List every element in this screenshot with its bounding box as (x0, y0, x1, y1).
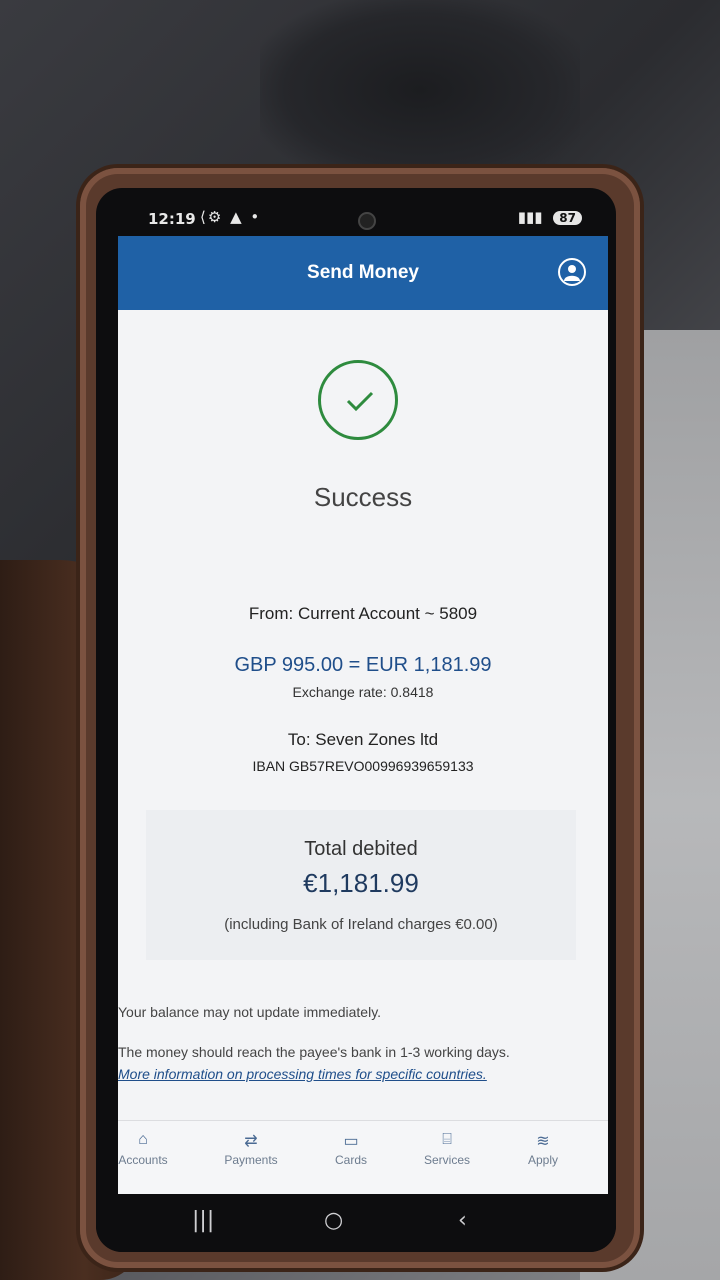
nav-label: Cards (334, 1153, 367, 1167)
payee-iban: IBAN GB57REVO00996939659133 (252, 758, 474, 774)
recents-button[interactable]: ||| (192, 1208, 214, 1233)
app-window: Send Money Success From: Current Account… (118, 236, 608, 1195)
nav-payments[interactable]: ⇄ Payments (206, 1131, 296, 1167)
status-bar: 12:19 ⟨⚙ ▲ • ▮▮▮ 87 (96, 188, 616, 236)
nav-label: Services (423, 1153, 470, 1167)
success-heading: Success (313, 482, 413, 512)
home-icon: ⌂ (138, 1131, 148, 1148)
page-title: Send Money (307, 262, 419, 283)
nav-label: Accounts (118, 1153, 168, 1167)
from-account: From: Current Account ~ 5809 (248, 604, 478, 623)
processing-times-link[interactable]: More information on processing times for… (118, 1066, 588, 1082)
processing-note: The money should reach the payee's bank … (118, 1044, 510, 1060)
nav-label: Payments (224, 1153, 278, 1167)
charges-note: (including Bank of Ireland charges €0.00… (224, 916, 498, 933)
android-nav-bar: ||| ○ ‹ (96, 1194, 616, 1252)
app-header: Send Money (118, 236, 608, 310)
total-debited-box: Total debited €1,181.99 (including Bank … (146, 810, 576, 960)
notification-icons: ⟨⚙ ▲ • (200, 208, 262, 226)
transfer-icon: ⇄ (244, 1133, 258, 1150)
exchange-rate: Exchange rate: 0.8418 (292, 684, 434, 700)
total-label: Total debited (304, 838, 418, 860)
payee-name: To: Seven Zones ltd (287, 730, 439, 749)
total-amount: €1,181.99 (303, 868, 419, 898)
main-content: Success From: Current Account ~ 5809 GBP… (118, 310, 608, 1120)
home-button[interactable]: ○ (324, 1208, 343, 1233)
bank-icon: ⌸ (442, 1131, 452, 1148)
success-check-icon (318, 360, 398, 440)
user-icon (564, 265, 580, 281)
signal-icon: ▮▮▮ (517, 208, 543, 226)
status-right: ▮▮▮ 87 (518, 208, 582, 226)
nav-cards[interactable]: ▭ Cards (306, 1131, 396, 1167)
apply-icon: ≋ (536, 1133, 550, 1150)
card-icon: ▭ (343, 1133, 359, 1150)
bottom-nav: ⌂ Accounts ⇄ Payments ▭ Cards ⌸ Services… (118, 1120, 608, 1195)
battery-indicator: 87 (553, 211, 582, 225)
conversion-amount: GBP 995.00 = EUR 1,181.99 (234, 654, 492, 676)
nav-services[interactable]: ⌸ Services (402, 1131, 492, 1167)
nav-apply[interactable]: ≋ Apply (498, 1131, 588, 1167)
profile-button[interactable] (558, 258, 586, 286)
front-camera (358, 212, 376, 230)
back-button[interactable]: ‹ (458, 1208, 467, 1233)
phone-screen: 12:19 ⟨⚙ ▲ • ▮▮▮ 87 Send Money Success F… (96, 188, 616, 1252)
status-time: 12:19 (148, 210, 196, 228)
nav-accounts[interactable]: ⌂ Accounts (98, 1131, 188, 1167)
balance-note: Your balance may not update immediately. (118, 1004, 382, 1020)
background-chair (260, 0, 580, 180)
nav-label: Apply (527, 1153, 559, 1167)
